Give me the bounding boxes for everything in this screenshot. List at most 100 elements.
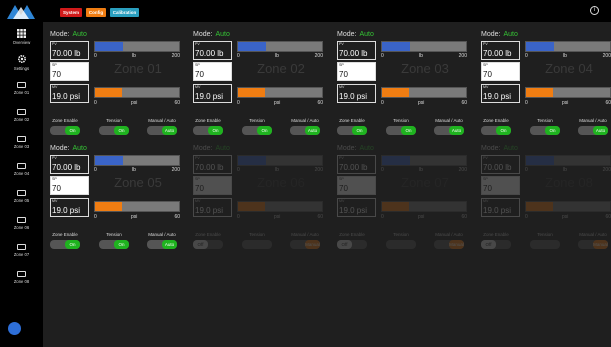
manual-auto-toggle[interactable]: Auto [147,240,177,249]
pv-bar [94,41,180,52]
mv-scale-max: 60 [174,100,180,106]
pv-bar-fill [526,42,554,51]
mv-scale-unit: psi [274,214,281,220]
tab-calibration[interactable]: Calibration [110,8,139,17]
zone-name: Zone 03 [401,61,449,76]
tension-toggle[interactable]: On [99,126,129,135]
mv-scale-min: 0 [525,100,528,106]
pv-scale-max: 200 [171,53,180,59]
zone-enable-toggle[interactable]: Off [337,240,367,249]
sidebar-item-zone-06[interactable]: Zone 06 [0,217,43,230]
sidebar-item-zone-04[interactable]: Zone 04 [0,163,43,176]
sidebar-item-zone-07[interactable]: Zone 07 [0,244,43,257]
zone-enable-label: Zone Enable [195,118,221,123]
sp-input[interactable]: SP 70 [193,62,232,81]
pv-scale: 0 lb 200 [94,53,180,60]
mv-scale: 0 psi 60 [94,214,180,221]
sp-label: SP [52,63,57,67]
zone-enable-state: On [208,126,223,135]
tension-toggle[interactable]: On [99,240,129,249]
pv-value: 70.00 lb [483,163,512,172]
tension-toggle[interactable]: On [386,126,416,135]
manual-auto-toggle[interactable]: Auto [434,126,464,135]
pv-scale: 0 lb 200 [381,167,467,174]
tension-label: Tension [106,118,122,123]
sidebar-item-settings[interactable]: Settings [0,54,43,71]
pv-scale-unit: lb [419,53,423,59]
zone-icon [17,82,26,88]
sp-input[interactable]: SP 70 [193,176,232,195]
mv-value: 19.0 psi [195,92,224,101]
pv-label: PV [339,42,344,46]
manual-auto-toggle[interactable]: Manual [578,240,608,249]
manual-auto-toggle[interactable]: Manual [290,240,320,249]
mv-scale-max: 60 [461,214,467,220]
sp-input[interactable]: SP 70 [337,176,376,195]
mv-value: 19.0 psi [52,206,81,215]
sidebar-item-label: Zone 07 [13,252,30,257]
tension-toggle[interactable] [530,240,560,249]
mv-display: MV 19.0 psi [50,84,89,103]
tension-toggle[interactable] [242,240,272,249]
mv-scale-min: 0 [237,214,240,220]
sidebar-item-zone-01[interactable]: Zone 01 [0,82,43,95]
sp-input[interactable]: SP 70 [481,62,520,81]
sidebar-item-label: Overview [12,40,31,45]
pv-display: PV 70.00 lb [481,155,520,174]
mv-scale-unit: psi [562,100,569,106]
zone-enable-state: Off [337,240,352,249]
sidebar-item-zone-05[interactable]: Zone 05 [0,190,43,203]
zone-enable-toggle[interactable]: On [193,126,223,135]
zone-enable-toggle[interactable]: On [50,240,80,249]
zone-enable-toggle[interactable]: On [337,126,367,135]
mv-scale: 0 psi 60 [94,100,180,107]
mv-scale-min: 0 [237,100,240,106]
pv-display: PV 70.00 lb [337,41,376,60]
sp-value: 70 [483,70,492,79]
manual-auto-toggle[interactable]: Auto [578,126,608,135]
sp-input[interactable]: SP 70 [50,62,89,81]
zone-enable-toggle[interactable]: Off [481,240,511,249]
zone-enable-toggle[interactable]: Off [193,240,223,249]
tab-system[interactable]: System [60,8,82,17]
mode-value: Auto [503,31,518,38]
pv-scale-unit: lb [563,167,567,173]
avatar[interactable] [8,322,21,335]
tension-toggle[interactable]: On [242,126,272,135]
manual-auto-toggle[interactable]: Auto [290,126,320,135]
sp-value: 70 [195,184,204,193]
mv-scale-max: 60 [605,214,611,220]
mode-label: Mode: [193,31,213,38]
sidebar-item-zone-02[interactable]: Zone 02 [0,109,43,122]
pv-bar [237,41,323,52]
zone-icon [17,109,26,115]
zone-enable-toggle[interactable]: On [481,126,511,135]
pv-value: 70.00 lb [195,163,224,172]
mv-label: MV [52,199,58,203]
pv-scale-unit: lb [275,167,279,173]
pv-label: PV [52,156,57,160]
sidebar-item-label: Zone 06 [13,225,30,230]
mv-display: MV 19.0 psi [337,84,376,103]
tab-config[interactable]: Config [86,8,106,17]
manual-auto-toggle[interactable]: Manual [434,240,464,249]
manual-auto-label: Manual / Auto [148,118,176,123]
zone-enable-state: On [65,126,80,135]
sidebar-item-overview[interactable]: Overview [0,29,43,45]
info-icon[interactable]: i [590,6,599,15]
zone-enable-toggle[interactable]: On [50,126,80,135]
sp-input[interactable]: SP 70 [337,62,376,81]
zone-name: Zone 04 [545,61,593,76]
sp-input[interactable]: SP 70 [481,176,520,195]
pv-value: 70.00 lb [195,49,224,58]
tension-toggle[interactable] [386,240,416,249]
tension-label: Tension [249,118,265,123]
sp-input[interactable]: SP 70 [50,176,89,195]
mode-value: Auto [215,31,230,38]
sidebar-item-zone-03[interactable]: Zone 03 [0,136,43,149]
tension-toggle[interactable]: On [530,126,560,135]
manual-auto-label: Manual / Auto [148,232,176,237]
sidebar-item-zone-08[interactable]: Zone 08 [0,271,43,284]
manual-auto-toggle[interactable]: Auto [147,126,177,135]
tension-label: Tension [393,118,409,123]
